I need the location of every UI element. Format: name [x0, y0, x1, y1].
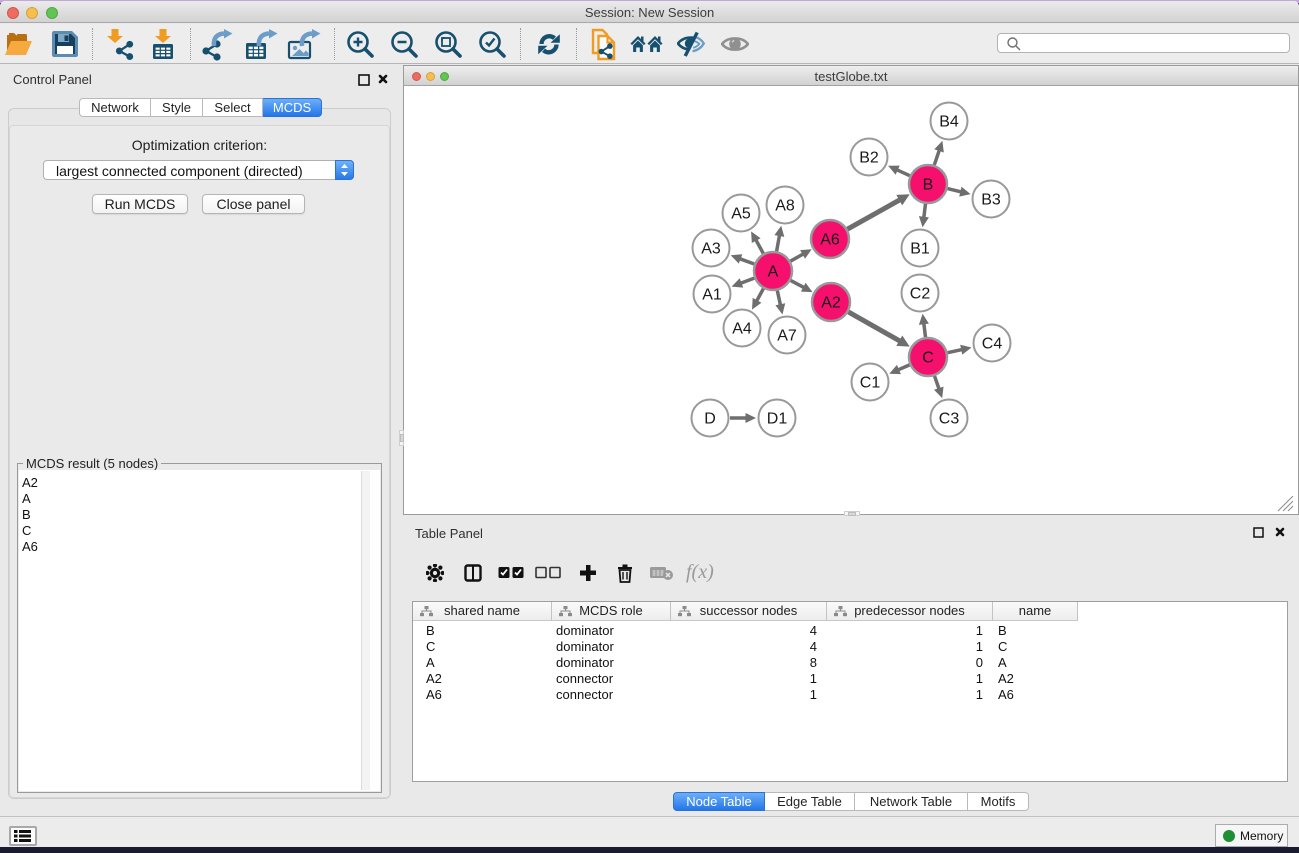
svg-text:C: C [922, 350, 934, 367]
svg-text:B1: B1 [910, 241, 930, 258]
svg-text:D1: D1 [767, 411, 788, 428]
svg-text:C1: C1 [860, 375, 881, 392]
svg-text:A6: A6 [820, 232, 840, 249]
svg-text:A1: A1 [702, 287, 722, 304]
svg-text:A: A [768, 264, 779, 281]
svg-text:A2: A2 [821, 295, 841, 312]
svg-text:A3: A3 [701, 241, 721, 258]
svg-text:A5: A5 [731, 206, 751, 223]
svg-text:C4: C4 [982, 336, 1003, 353]
svg-text:B2: B2 [859, 150, 879, 167]
svg-text:B: B [923, 177, 934, 194]
svg-text:A4: A4 [732, 321, 752, 338]
svg-text:D: D [704, 411, 716, 428]
svg-text:C2: C2 [910, 286, 931, 303]
svg-text:B3: B3 [981, 192, 1001, 209]
svg-text:A8: A8 [775, 198, 795, 215]
svg-text:C3: C3 [939, 411, 960, 428]
svg-text:B4: B4 [939, 114, 959, 131]
svg-text:A7: A7 [777, 328, 797, 345]
